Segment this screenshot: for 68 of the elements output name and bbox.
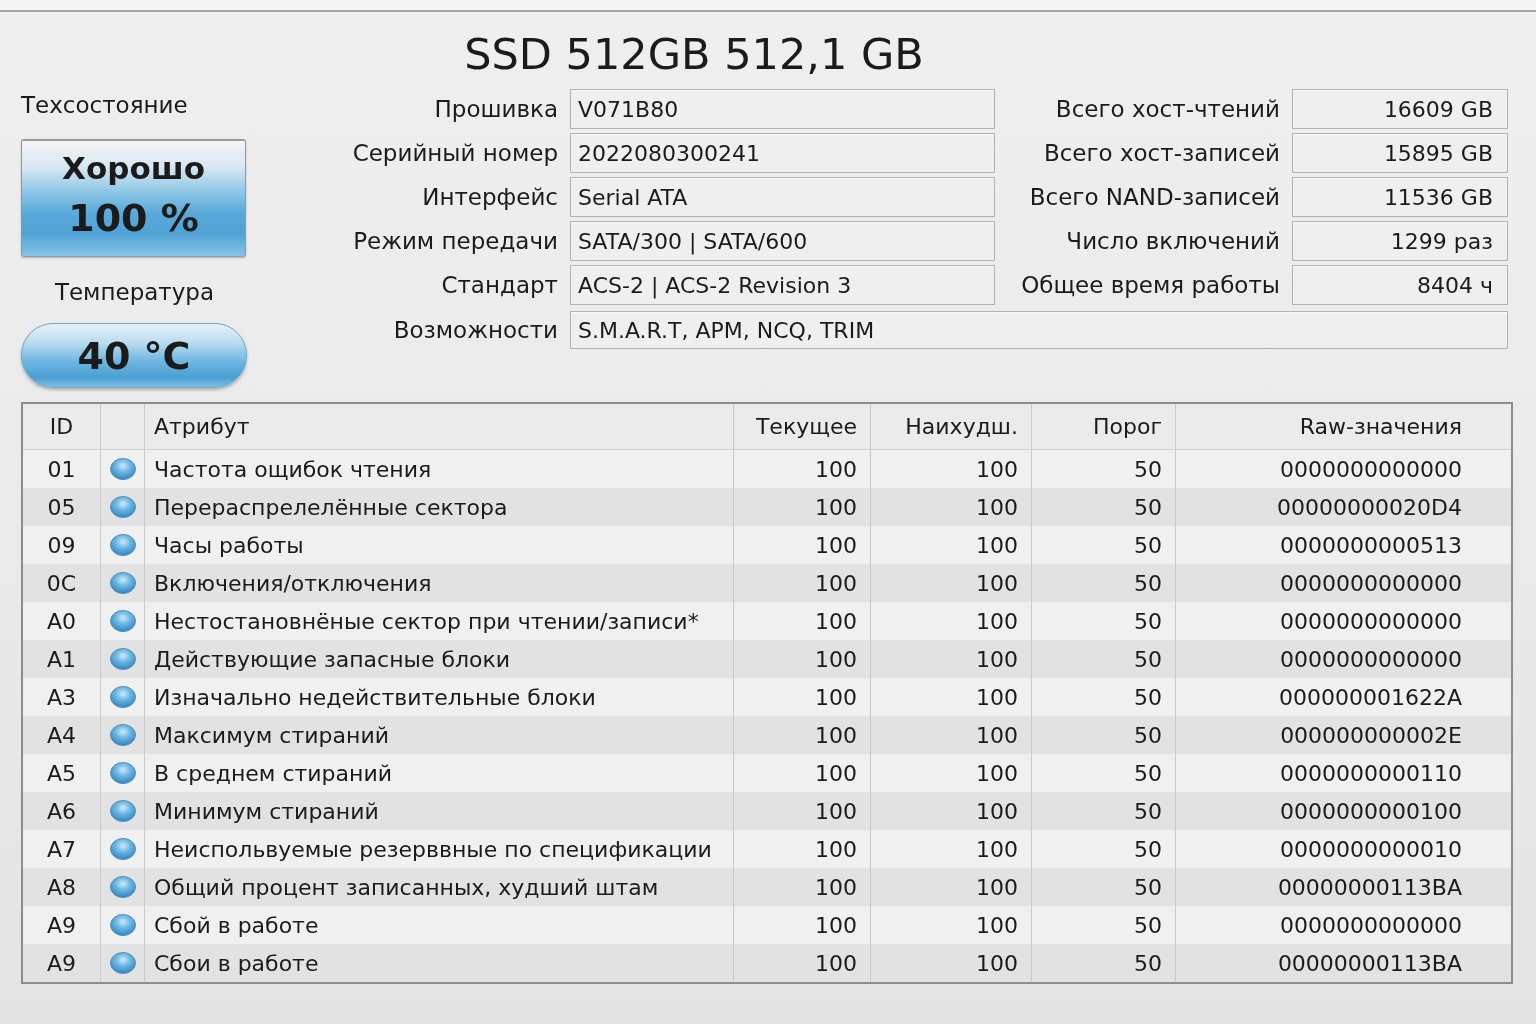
page-title: SSD 512GB 512,1 GB <box>464 28 925 81</box>
health-status-text: Хорошо <box>62 149 205 188</box>
info-label: Прошивка <box>434 96 558 122</box>
table-cell-text: A9 <box>45 949 77 978</box>
health-label: Техсостояние <box>21 92 188 118</box>
table-cell-text: 01 <box>46 455 77 484</box>
info-field: 15895 GB <box>1292 133 1508 173</box>
info-label: Всего NAND-записей <box>1029 184 1280 210</box>
info-field: 8404 ч <box>1292 265 1508 305</box>
table-cell: Сбои в работе <box>144 944 733 982</box>
table-row[interactable]: A1 Действующие запасные блоки 100 100 50 0000000000000 <box>23 640 1511 678</box>
info-field: Serial ATA <box>570 177 995 217</box>
table-row[interactable]: 05 Перераспрелелённые сектора 100 100 50 00000000020D4 <box>23 488 1511 526</box>
table-cell-text: A1 <box>45 645 77 674</box>
table-row[interactable]: 0C Включения/отключения 100 100 50 0000000000000 <box>23 564 1511 602</box>
table-cell-text: 05 <box>46 493 77 522</box>
table-row[interactable]: A8 Общий процент записанных, худший штам 100 100 50 00000000113BA <box>23 868 1511 906</box>
status-dot-icon <box>109 686 136 708</box>
table-cell-text: 09 <box>46 531 77 560</box>
table-row[interactable]: A6 Минимум стираний 100 100 50 0000000000100 <box>23 792 1511 830</box>
table-cell-text: A9 <box>45 911 77 940</box>
status-dot-icon <box>109 458 136 480</box>
info-label: Общее время работы <box>1021 272 1280 298</box>
table-cell-text: A0 <box>45 607 77 636</box>
info-field: ACS-2 | ACS-2 Revision 3 <box>570 265 995 305</box>
status-dot-icon <box>109 762 136 784</box>
table-cell: 100 <box>733 944 870 982</box>
temperature-label: Температура <box>54 279 215 305</box>
status-dot-icon <box>109 800 136 822</box>
info-label: Стандарт <box>441 272 558 298</box>
status-dot-icon <box>109 914 136 936</box>
table-row[interactable]: A4 Максимум стираний 100 100 50 000000000002E <box>23 716 1511 754</box>
info-label: Число включений <box>1066 228 1280 254</box>
info-field: SATA/300 | SATA/600 <box>570 221 995 261</box>
temperature-value: 40 °C <box>77 333 191 378</box>
table-cell-text: A6 <box>45 797 77 826</box>
table-cell: 00000000113BA <box>1175 944 1511 982</box>
info-field: 11536 GB <box>1292 177 1508 217</box>
info-label: Интерфейс <box>422 184 558 210</box>
status-dot-icon <box>109 876 136 898</box>
info-field: 1299 раз <box>1292 221 1508 261</box>
table-cell: 100 <box>870 944 1031 982</box>
table-cell-text: A5 <box>45 759 77 788</box>
status-dot-icon <box>109 838 136 860</box>
table-cell-text: A8 <box>45 873 77 902</box>
info-field: V071B80 <box>570 89 995 129</box>
table-cell-text: A4 <box>45 721 77 750</box>
info-label: Всего хост-чтений <box>1055 96 1280 122</box>
table-cell: 50 <box>1031 944 1175 982</box>
info-label: Возможности <box>393 317 558 343</box>
info-field: 2022080300241 <box>570 133 995 173</box>
status-dot-icon <box>109 610 136 632</box>
status-dot-icon <box>109 648 136 670</box>
status-dot-icon <box>109 724 136 746</box>
table-cell-text: A7 <box>45 835 77 864</box>
health-percent-text: 100 % <box>68 195 199 241</box>
status-dot-icon <box>109 534 136 556</box>
status-dot-icon <box>109 952 136 974</box>
table-cell-text: 0C <box>45 569 78 598</box>
table-cell-text: A3 <box>45 683 77 712</box>
info-label: Всего хост-записей <box>1043 140 1280 166</box>
info-field: 16609 GB <box>1292 89 1508 129</box>
status-dot-icon <box>109 572 136 594</box>
table-row[interactable]: A9 Сбои в работе 100 100 50 00000000113BA <box>23 944 1511 982</box>
status-dot-icon <box>109 496 136 518</box>
info-label: Режим передачи <box>353 228 558 254</box>
info-label: Серийный номер <box>352 140 558 166</box>
info-field: S.M.A.R.T, APM, NCQ, TRIM <box>570 311 1508 349</box>
